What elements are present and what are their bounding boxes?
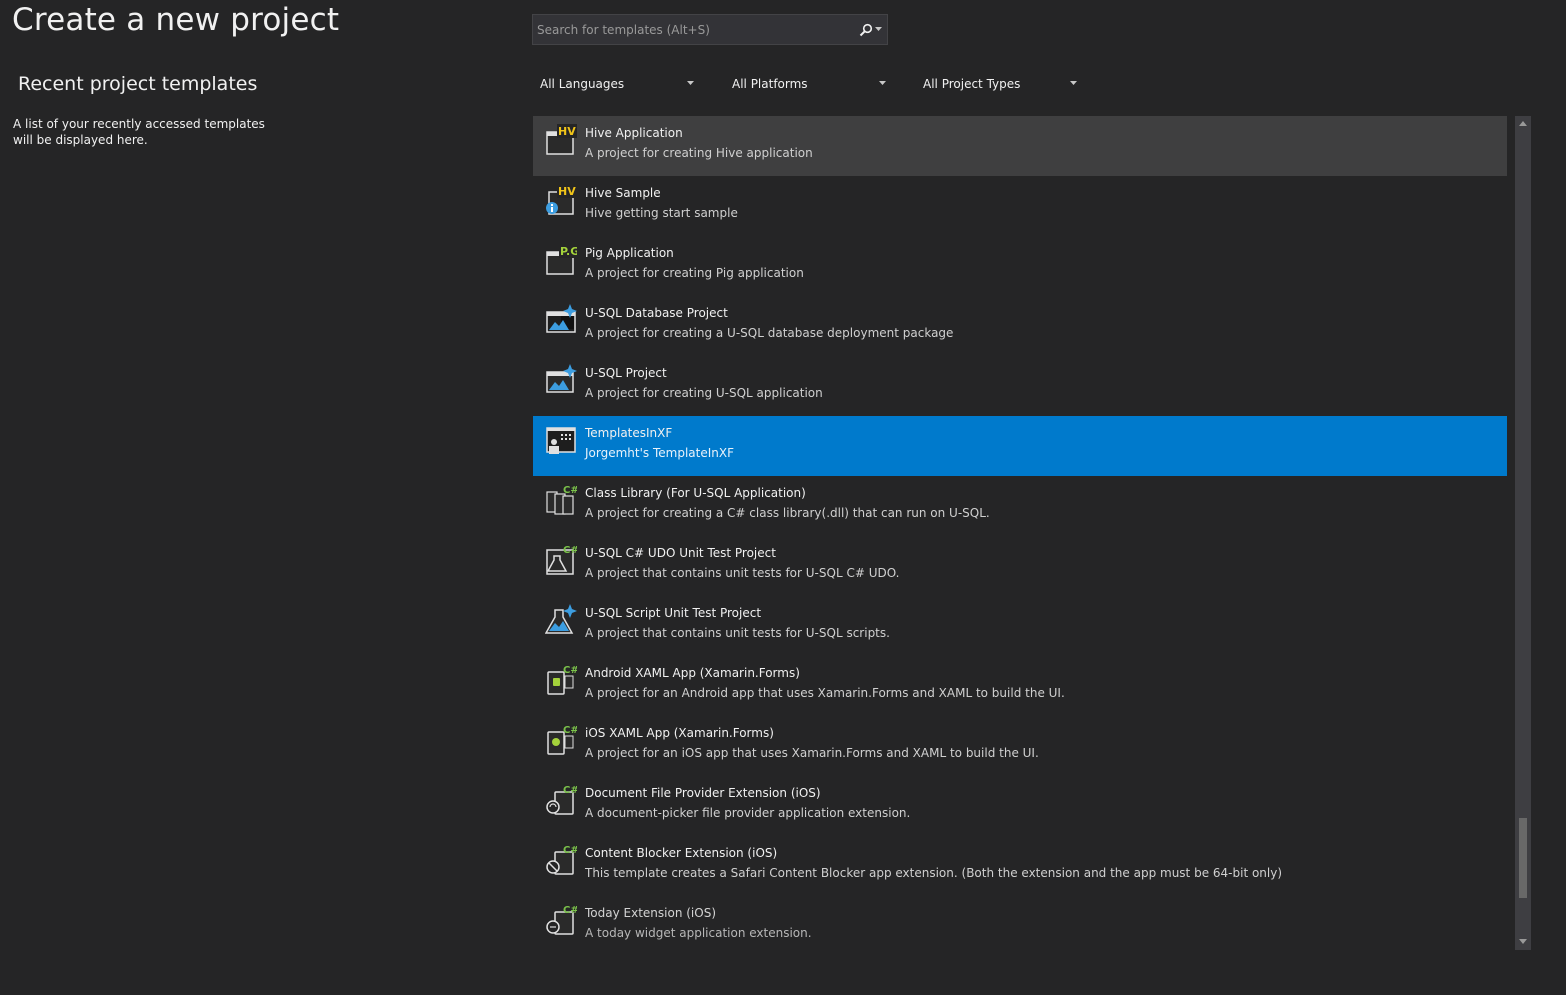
- template-description: Hive getting start sample: [585, 206, 738, 220]
- template-name: Document File Provider Extension (iOS): [585, 786, 821, 800]
- pig-icon: P.G: [546, 244, 577, 275]
- template-name: U-SQL Project: [585, 366, 667, 380]
- template-name: Pig Application: [585, 246, 674, 260]
- project-type-filter-dropdown[interactable]: All Project Types: [915, 70, 1085, 98]
- template-description: A document-picker file provider applicat…: [585, 806, 911, 820]
- usql-database-icon: [546, 304, 577, 333]
- svg-text:HV: HV: [558, 125, 576, 138]
- scroll-down-button[interactable]: [1515, 934, 1531, 950]
- template-item[interactable]: C# U-SQL C# UDO Unit Test Project A proj…: [533, 536, 1507, 596]
- document-provider-icon: C#: [546, 785, 577, 815]
- template-name: Class Library (For U-SQL Application): [585, 486, 806, 500]
- template-item[interactable]: HV Hive Application A project for creati…: [533, 116, 1507, 176]
- template-name: Hive Sample: [585, 186, 661, 200]
- template-item[interactable]: C# Today Extension (iOS) A today widget …: [533, 896, 1507, 950]
- template-name: U-SQL C# UDO Unit Test Project: [585, 546, 776, 560]
- platform-filter-dropdown[interactable]: All Platforms: [724, 70, 894, 98]
- search-button[interactable]: [855, 18, 885, 41]
- template-description: A project for an Android app that uses X…: [585, 686, 1065, 700]
- svg-text:C#: C#: [563, 725, 577, 736]
- template-name: TemplatesInXF: [585, 426, 673, 440]
- svg-text:C#: C#: [563, 485, 577, 496]
- template-description: A project for creating Hive application: [585, 146, 813, 160]
- template-item[interactable]: HV Hive Sample Hive getting start sample: [533, 176, 1507, 236]
- language-filter-dropdown[interactable]: All Languages: [532, 70, 702, 98]
- usql-project-icon: [546, 364, 577, 393]
- template-item[interactable]: U-SQL Script Unit Test Project A project…: [533, 596, 1507, 656]
- today-extension-icon: C#: [546, 905, 577, 935]
- language-filter-label: All Languages: [540, 77, 625, 91]
- template-item[interactable]: U-SQL Database Project A project for cre…: [533, 296, 1507, 356]
- template-item[interactable]: C# Content Blocker Extension (iOS) This …: [533, 836, 1507, 896]
- hive-icon: HV: [546, 124, 577, 155]
- template-name: Content Blocker Extension (iOS): [585, 846, 778, 860]
- svg-text:P.G: P.G: [560, 245, 577, 258]
- template-name: Today Extension (iOS): [585, 906, 717, 920]
- chevron-down-icon: [1519, 939, 1527, 944]
- svg-text:C#: C#: [563, 845, 577, 856]
- chevron-down-icon: [1070, 81, 1077, 85]
- template-description: A project for creating U-SQL application: [585, 386, 823, 400]
- template-list-scrollbar[interactable]: [1515, 116, 1531, 950]
- chevron-up-icon: [1519, 121, 1527, 126]
- template-description: A project for creating Pig application: [585, 266, 804, 280]
- class-library-icon: C#: [546, 485, 577, 515]
- template-search-input[interactable]: [533, 15, 857, 44]
- chevron-down-icon: [874, 27, 882, 31]
- template-description: A project that contains unit tests for U…: [585, 626, 890, 640]
- android-xaml-icon: C#: [547, 665, 577, 695]
- search-icon: [859, 23, 872, 36]
- template-item[interactable]: P.G Pig Application A project for creati…: [533, 236, 1507, 296]
- template-item[interactable]: U-SQL Project A project for creating U-S…: [533, 356, 1507, 416]
- svg-text:C#: C#: [563, 785, 577, 796]
- template-name: Hive Application: [585, 126, 683, 140]
- template-description: A project that contains unit tests for U…: [585, 566, 900, 580]
- template-description: A today widget application extension.: [585, 926, 812, 940]
- svg-text:C#: C#: [563, 905, 577, 916]
- svg-text:C#: C#: [563, 665, 577, 676]
- template-name: Android XAML App (Xamarin.Forms): [585, 666, 800, 680]
- template-description: A project for creating a C# class librar…: [585, 506, 990, 520]
- chevron-down-icon: [687, 81, 694, 85]
- template-list: HV Hive Application A project for creati…: [533, 116, 1507, 950]
- template-search-box[interactable]: [532, 14, 888, 45]
- templates-xf-icon: [546, 427, 576, 454]
- scroll-thumb[interactable]: [1519, 818, 1527, 898]
- template-item[interactable]: C# Android XAML App (Xamarin.Forms) A pr…: [533, 656, 1507, 716]
- recent-templates-title: Recent project templates: [18, 73, 258, 95]
- ios-xaml-icon: C#: [547, 725, 577, 755]
- template-item[interactable]: C# iOS XAML App (Xamarin.Forms) A projec…: [533, 716, 1507, 776]
- script-test-icon: [545, 604, 577, 634]
- udo-test-icon: C#: [546, 545, 577, 575]
- hive-sample-icon: HV: [546, 184, 577, 215]
- template-description: This template creates a Safari Content B…: [585, 866, 1283, 880]
- template-description: Jorgemht's TemplateInXF: [585, 446, 734, 460]
- template-item[interactable]: TemplatesInXF Jorgemht's TemplateInXF: [533, 416, 1507, 476]
- project-type-filter-label: All Project Types: [923, 77, 1021, 91]
- template-name: U-SQL Database Project: [585, 306, 728, 320]
- recent-templates-note: A list of your recently accessed templat…: [13, 117, 265, 147]
- svg-text:HV: HV: [558, 185, 576, 198]
- template-item[interactable]: C# Document File Provider Extension (iOS…: [533, 776, 1507, 836]
- template-name: U-SQL Script Unit Test Project: [585, 606, 762, 620]
- template-item[interactable]: C# Class Library (For U-SQL Application)…: [533, 476, 1507, 536]
- page-title: Create a new project: [12, 2, 340, 38]
- platform-filter-label: All Platforms: [732, 77, 808, 91]
- template-name: iOS XAML App (Xamarin.Forms): [585, 726, 774, 740]
- svg-text:C#: C#: [563, 545, 577, 556]
- content-blocker-icon: C#: [546, 845, 577, 875]
- chevron-down-icon: [879, 81, 886, 85]
- template-description: A project for creating a U-SQL database …: [585, 326, 954, 340]
- scroll-up-button[interactable]: [1515, 116, 1531, 132]
- template-description: A project for an iOS app that uses Xamar…: [585, 746, 1039, 760]
